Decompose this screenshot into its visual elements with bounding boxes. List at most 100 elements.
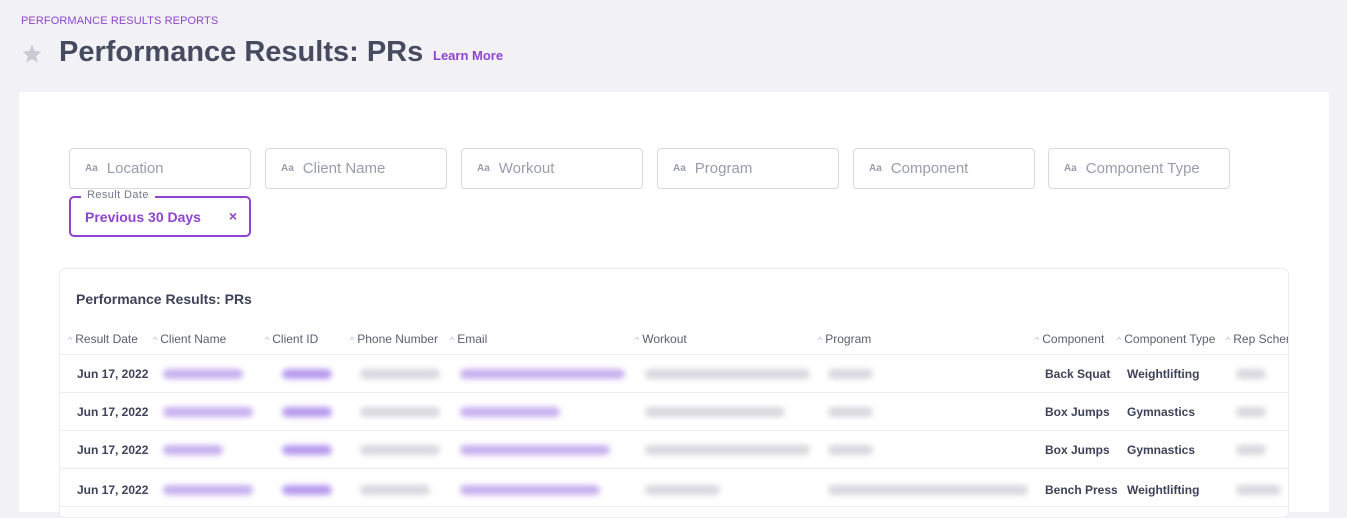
redacted-client-id <box>282 369 332 379</box>
result-date-cell: Jun 17, 2022 <box>77 405 149 419</box>
redacted-rep-scheme <box>1236 445 1266 455</box>
redacted-rep-scheme <box>1236 485 1281 495</box>
result-date-cell: Jun 17, 2022 <box>77 483 149 497</box>
text-type-icon: Aa <box>477 163 490 174</box>
text-type-icon: Aa <box>1064 163 1077 174</box>
column-header-client-id[interactable]: ^ Client ID <box>265 332 318 346</box>
component-type-cell: Weightlifting <box>1127 483 1200 497</box>
sort-caret-icon: ^ <box>153 335 158 345</box>
redacted-rep-scheme <box>1236 407 1266 417</box>
redacted-workout <box>645 445 810 455</box>
column-header-email[interactable]: ^ Email <box>450 332 487 346</box>
redacted-email <box>460 369 625 379</box>
redacted-program <box>828 445 873 455</box>
column-header-program[interactable]: ^ Program <box>818 332 871 346</box>
column-header-component[interactable]: ^ Component <box>1035 332 1104 346</box>
component-cell: Bench Press <box>1045 483 1118 497</box>
redacted-client-id <box>282 407 332 417</box>
column-header-label: Email <box>457 332 488 346</box>
column-header-label: Phone Number <box>357 332 438 346</box>
column-header-result-date[interactable]: ^ Result Date <box>68 332 138 346</box>
component-type-filter[interactable]: Aa Component Type <box>1048 148 1230 189</box>
filter-placeholder: Program <box>694 160 753 177</box>
result-date-value: Previous 30 Days <box>85 208 201 225</box>
column-header-phone-number[interactable]: ^ Phone Number <box>350 332 438 346</box>
redacted-workout <box>645 369 810 379</box>
result-date-label: Result Date <box>81 189 155 201</box>
text-type-icon: Aa <box>281 163 294 174</box>
sort-caret-icon: ^ <box>265 335 270 345</box>
redacted-email <box>460 407 560 417</box>
results-table: Performance Results: PRs ^ Result Date ^ C… <box>59 268 1289 518</box>
component-type-cell: Gymnastics <box>1127 443 1196 457</box>
redacted-phone <box>360 485 430 495</box>
program-filter[interactable]: Aa Program <box>657 148 839 189</box>
redacted-client-id <box>282 445 332 455</box>
client-name-filter[interactable]: Aa Client Name <box>265 148 447 189</box>
column-header-label: Result Date <box>75 332 138 346</box>
sort-caret-icon: ^ <box>1117 335 1122 345</box>
breadcrumb[interactable]: PERFORMANCE RESULTS REPORTS <box>21 15 218 27</box>
column-header-component-type[interactable]: ^ Component Type <box>1117 332 1215 346</box>
filter-placeholder: Component <box>890 160 969 177</box>
star-icon[interactable] <box>21 43 43 65</box>
component-cell: Box Jumps <box>1045 405 1110 419</box>
sort-caret-icon: ^ <box>635 335 640 345</box>
redacted-client-name <box>163 407 253 417</box>
component-type-cell: Gymnastics <box>1127 405 1196 419</box>
column-header-label: Client ID <box>272 332 319 346</box>
column-header-label: Component Type <box>1124 332 1216 346</box>
component-cell: Back Squat <box>1045 367 1111 381</box>
redacted-workout <box>645 485 720 495</box>
table-row[interactable]: Jun 17, 2022 Back Squat Weightlifting <box>60 355 1288 393</box>
page-title: Performance Results: PRs <box>59 36 424 68</box>
report-card: Aa Location Aa Client Name Aa Workout Aa… <box>19 92 1329 518</box>
redacted-client-name <box>163 369 243 379</box>
text-type-icon: Aa <box>869 163 882 174</box>
redacted-program <box>828 485 1028 495</box>
column-header-label: Rep Scher <box>1233 332 1289 346</box>
column-header-client-name[interactable]: ^ Client Name <box>153 332 226 346</box>
redacted-client-name <box>163 445 223 455</box>
table-title: Performance Results: PRs <box>76 291 252 307</box>
redacted-email <box>460 485 600 495</box>
workout-filter[interactable]: Aa Workout <box>461 148 643 189</box>
sort-caret-icon: ^ <box>1226 335 1231 345</box>
text-type-icon: Aa <box>85 163 98 174</box>
table-row[interactable]: Jun 17, 2022 Box Jumps Gymnastics <box>60 393 1288 431</box>
sort-caret-icon: ^ <box>450 335 455 345</box>
location-filter[interactable]: Aa Location <box>69 148 251 189</box>
component-filter[interactable]: Aa Component <box>853 148 1035 189</box>
column-header-label: Component <box>1042 332 1105 346</box>
redacted-program <box>828 407 873 417</box>
sort-caret-icon: ^ <box>350 335 355 345</box>
column-header-label: Client Name <box>160 332 227 346</box>
redacted-workout <box>645 407 785 417</box>
redacted-email <box>460 445 610 455</box>
sort-caret-icon: ^ <box>68 335 73 345</box>
filter-placeholder: Location <box>106 160 164 177</box>
column-header-label: Program <box>825 332 872 346</box>
column-header-workout[interactable]: ^ Workout <box>635 332 687 346</box>
redacted-client-id <box>282 485 332 495</box>
filter-placeholder: Client Name <box>302 160 386 177</box>
component-cell: Box Jumps <box>1045 443 1110 457</box>
result-date-filter[interactable]: Result Date Previous 30 Days × <box>69 189 251 237</box>
learn-more-link[interactable]: Learn More <box>433 48 503 63</box>
sort-caret-icon: ^ <box>818 335 823 345</box>
sort-caret-icon: ^ <box>1035 335 1040 345</box>
result-date-cell: Jun 17, 2022 <box>77 443 149 457</box>
redacted-rep-scheme <box>1236 369 1266 379</box>
redacted-phone <box>360 369 440 379</box>
clear-icon[interactable]: × <box>229 208 237 224</box>
redacted-program <box>828 369 873 379</box>
column-header-rep-scheme[interactable]: ^ Rep Scher <box>1226 332 1289 346</box>
filter-placeholder: Component Type <box>1085 160 1200 177</box>
table-row[interactable]: Jun 17, 2022 Bench Press Weightlifting <box>60 469 1288 507</box>
redacted-phone <box>360 407 440 417</box>
redacted-phone <box>360 445 440 455</box>
redacted-client-name <box>163 485 253 495</box>
component-type-cell: Weightlifting <box>1127 367 1200 381</box>
table-row[interactable]: Jun 17, 2022 Box Jumps Gymnastics <box>60 431 1288 469</box>
text-type-icon: Aa <box>673 163 686 174</box>
